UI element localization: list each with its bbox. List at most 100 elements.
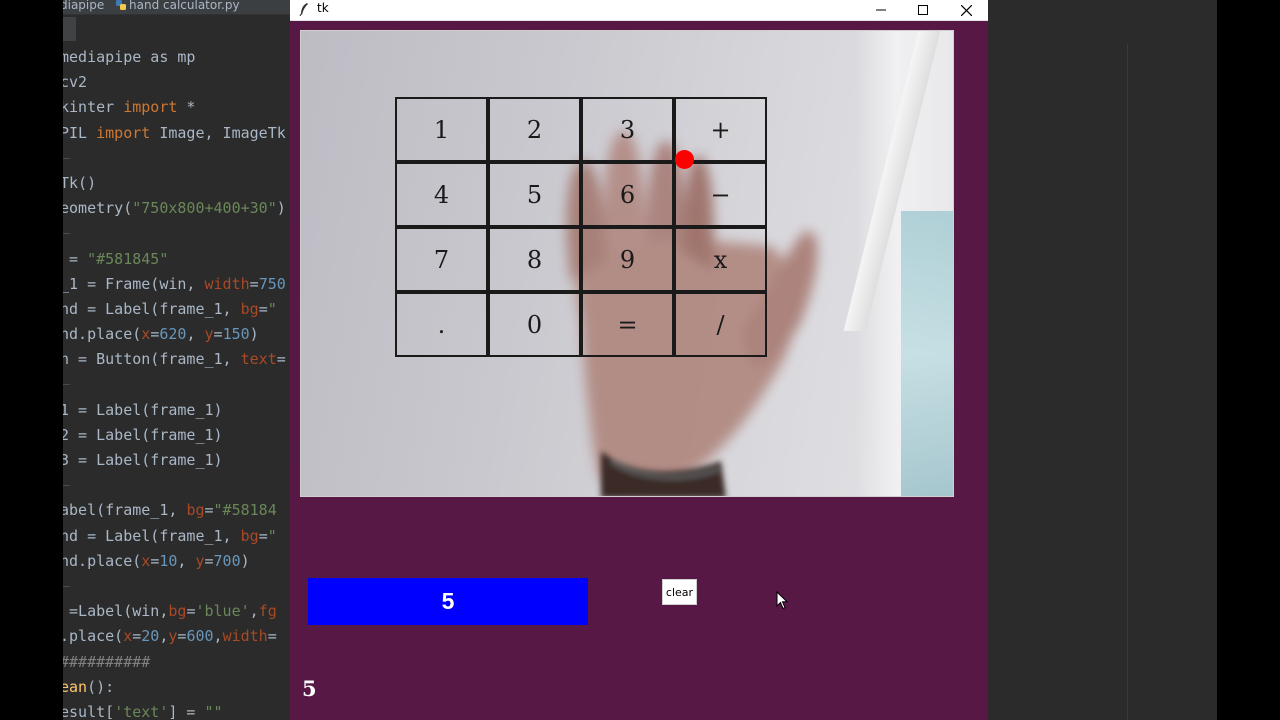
code-token: 620 [159, 325, 187, 344]
code-token: nd.place( [63, 551, 142, 570]
code-line: nd.place(x=620, y=150) [63, 322, 290, 347]
code-line: abel(frame_1, bg="#58184 [63, 498, 290, 523]
code-line: _1 = Frame(win, width=750 [63, 272, 290, 297]
code-line: mediapipe as mp [63, 45, 290, 70]
keypad-key: 2 [488, 97, 581, 162]
code-line-separator [63, 485, 70, 487]
code-token: 'text' [114, 702, 169, 720]
minimize-icon [876, 9, 886, 11]
clear-button[interactable]: clear [662, 579, 697, 605]
code-token: cv2 [63, 73, 88, 92]
code-token: ) [249, 325, 259, 344]
keypad-key: = [581, 292, 674, 357]
code-token: 10 [159, 551, 178, 570]
code-token: bg [186, 501, 205, 520]
code-token: bg [168, 602, 187, 621]
code-token: nd = Label(frame_1, [63, 299, 241, 318]
code-token: , [177, 551, 196, 570]
code-line: esult['text'] = "" [63, 700, 290, 720]
code-line: 2 = Label(frame_1) [63, 423, 290, 448]
code-line: = "#581845" [63, 247, 290, 272]
code-token: 750 [258, 274, 286, 293]
editor-gutter-marker [63, 17, 76, 41]
code-line-separator [63, 233, 70, 235]
code-token: 2 = Label(frame_1) [63, 425, 223, 444]
code-token: abel(frame_1, [63, 501, 187, 520]
code-line [63, 574, 290, 599]
keypad-key: 8 [488, 227, 581, 292]
code-token: 1 = Label(frame_1) [63, 400, 223, 419]
keypad-key: 0 [488, 292, 581, 357]
code-editor: diapipe hand calculator.py mediapipe as … [63, 0, 290, 720]
code-token: = [204, 501, 214, 520]
result-display: 5 [308, 578, 588, 625]
editor-tab-mediapipe[interactable]: diapipe [63, 0, 104, 12]
editor-right-panel [988, 0, 1217, 720]
expression-label: 5 [302, 676, 317, 701]
left-black-strip [0, 0, 63, 720]
code-token: width [222, 627, 268, 646]
code-line: nd = Label(frame_1, bg=" [63, 297, 290, 322]
keypad-key: 6 [581, 162, 674, 227]
keypad-key: 1 [395, 97, 488, 162]
code-token: (): [87, 677, 115, 696]
window-titlebar[interactable]: tk [290, 0, 988, 21]
code-token: width [204, 274, 250, 293]
code-token: = [204, 551, 214, 570]
window-title: tk [317, 1, 329, 15]
tk-feather-icon [299, 3, 308, 16]
close-button[interactable] [945, 0, 987, 20]
code-token: 700 [213, 551, 241, 570]
code-line-separator [63, 157, 70, 159]
code-line: eometry("750x800+400+30") [63, 196, 290, 221]
close-icon [960, 4, 972, 16]
code-token: = [213, 325, 223, 344]
code-line-separator [63, 384, 70, 386]
code-token: ########## [63, 652, 151, 671]
editor-tab-hand-calculator[interactable]: hand calculator.py [115, 0, 240, 12]
keypad-key: 9 [581, 227, 674, 292]
code-token: "750x800+400+30" [132, 199, 277, 218]
code-line: 3 = Label(frame_1) [63, 448, 290, 473]
code-token: 20 [141, 627, 160, 646]
code-lines: mediapipe as mp cv2 kinter import * PIL imp… [63, 45, 290, 720]
code-line: cv2 [63, 70, 290, 95]
keypad-key: 4 [395, 162, 488, 227]
code-token: .place( [63, 627, 124, 646]
code-line: ########## [63, 650, 290, 675]
code-line: 1 = Label(frame_1) [63, 398, 290, 423]
code-token: ean [63, 677, 88, 696]
code-token: = [258, 526, 268, 545]
code-token: PIL [63, 123, 97, 142]
keypad-key: 7 [395, 227, 488, 292]
code-token: 'blue' [195, 602, 250, 621]
editor-right-margin-line [1127, 44, 1128, 720]
code-token: "#58184 [213, 501, 277, 520]
code-token: = [276, 350, 286, 369]
code-token: " [267, 526, 277, 545]
code-token: = [150, 551, 160, 570]
code-token: "#581845" [87, 249, 169, 268]
code-token: 150 [222, 325, 250, 344]
code-token: text [240, 350, 277, 369]
code-token: x [123, 627, 133, 646]
code-token: , [249, 602, 259, 621]
code-token: x [141, 551, 151, 570]
code-token: = [150, 325, 160, 344]
code-token: * [177, 98, 196, 117]
maximize-icon [918, 5, 928, 15]
code-token: import [123, 98, 178, 117]
code-token: = [267, 627, 277, 646]
keypad-key: 5 [488, 162, 581, 227]
code-line: nd = Label(frame_1, bg=" [63, 524, 290, 549]
maximize-button[interactable] [902, 0, 944, 20]
code-token: " [267, 299, 277, 318]
keypad-key: . [395, 292, 488, 357]
code-token: y [204, 325, 214, 344]
code-token: = [249, 274, 259, 293]
minimize-button[interactable] [860, 0, 902, 20]
keypad-key: x [674, 227, 767, 292]
code-token: esult[ [63, 702, 115, 720]
python-file-icon [116, 0, 126, 10]
code-line: Tk() [63, 171, 290, 196]
